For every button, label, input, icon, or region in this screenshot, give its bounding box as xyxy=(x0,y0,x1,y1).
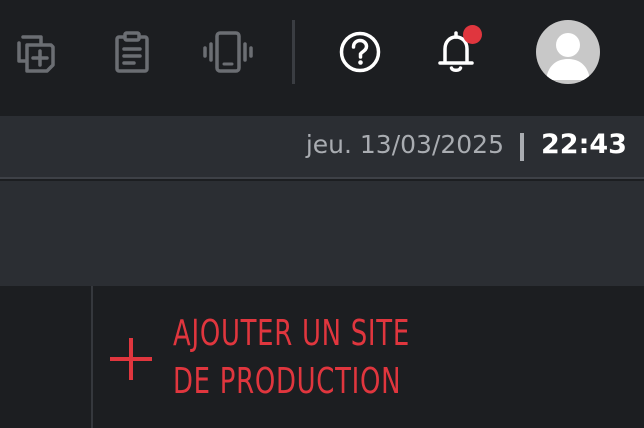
main-content: AJOUTER UN SITE DE PRODUCTION xyxy=(0,286,644,428)
clipboard-icon xyxy=(115,31,149,73)
date-time-bar: jeu. 13/03/2025 22:43 xyxy=(0,116,644,179)
user-avatar[interactable] xyxy=(536,20,600,84)
top-toolbar xyxy=(0,0,644,116)
add-production-site-label: AJOUTER UN SITE DE PRODUCTION xyxy=(173,313,410,402)
header-band xyxy=(0,181,644,286)
vibrate-phone-button[interactable] xyxy=(202,30,254,74)
help-button[interactable] xyxy=(338,30,382,74)
add-documents-icon xyxy=(17,35,55,73)
content-divider xyxy=(91,286,93,428)
notification-badge xyxy=(463,25,482,44)
current-date: jeu. 13/03/2025 xyxy=(305,130,504,159)
current-time: 22:43 xyxy=(541,129,627,160)
help-icon xyxy=(339,31,381,73)
add-production-site-button[interactable]: AJOUTER UN SITE DE PRODUCTION xyxy=(110,308,510,408)
clipboard-button[interactable] xyxy=(110,30,154,74)
vibrate-phone-icon xyxy=(203,31,253,73)
avatar-icon xyxy=(546,33,590,80)
plus-icon xyxy=(110,338,152,380)
date-time-separator xyxy=(520,133,524,161)
toolbar-divider xyxy=(292,20,295,84)
add-documents-button[interactable] xyxy=(14,30,60,74)
